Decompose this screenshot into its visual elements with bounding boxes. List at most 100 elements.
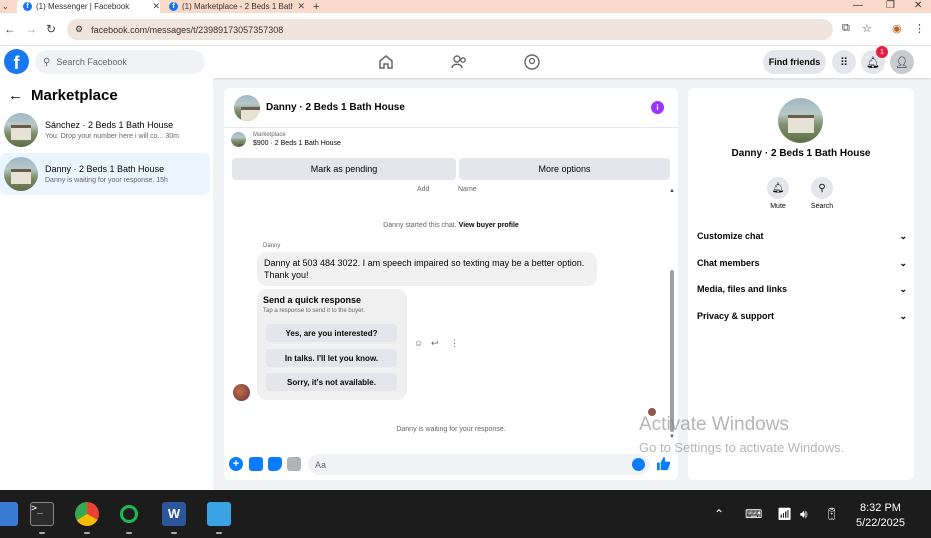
browser-menu-icon[interactable]: ⋮ bbox=[914, 22, 925, 35]
reload-icon[interactable]: ↻ bbox=[46, 22, 56, 36]
facebook-header: f ⚲ Search Facebook Find friends ⠿ 🔔︎ 1 … bbox=[0, 46, 931, 78]
back-arrow-icon[interactable]: ← bbox=[8, 87, 23, 104]
conversation-name: Sánchez · 2 Beds 1 Bath House bbox=[45, 120, 174, 130]
clock[interactable]: 8:32 PM 5/22/2025 bbox=[856, 501, 905, 531]
sticker-icon[interactable] bbox=[268, 457, 282, 471]
battery-icon[interactable]: 🔋︎ bbox=[824, 507, 839, 521]
conversation-item-selected[interactable]: Danny · 2 Beds 1 Bath House Danny is wai… bbox=[0, 153, 210, 195]
message-input[interactable]: Aa bbox=[308, 454, 650, 475]
friends-icon[interactable] bbox=[450, 53, 468, 71]
tab-messenger[interactable]: f (1) Messenger | Facebook ✕ bbox=[17, 0, 160, 13]
close-icon[interactable]: ✕ bbox=[297, 1, 305, 12]
volume-icon[interactable]: 🔊︎ bbox=[800, 507, 808, 522]
tab-title: (1) Messenger | Facebook bbox=[36, 2, 130, 11]
search-icon: ⚲ bbox=[811, 177, 833, 199]
quick-response-button[interactable]: Sorry, it's not available. bbox=[266, 373, 397, 391]
conversation-item[interactable]: Sánchez · 2 Beds 1 Bath House You: Drop … bbox=[0, 109, 210, 151]
quick-response-button[interactable]: Yes, are you interested? bbox=[266, 324, 397, 342]
thumbs-up-icon[interactable] bbox=[656, 456, 671, 471]
bookmark-star-icon[interactable]: ☆ bbox=[862, 22, 872, 35]
restore-icon[interactable]: ❐ bbox=[886, 0, 895, 11]
file-explorer-icon[interactable] bbox=[0, 502, 18, 526]
mute-button[interactable]: 🔔︎ Mute bbox=[758, 177, 798, 210]
address-bar[interactable]: ⚙ facebook.com/messages/t/23989173057357… bbox=[67, 19, 833, 40]
back-icon[interactable]: ← bbox=[4, 22, 16, 36]
info-avatar[interactable] bbox=[778, 98, 823, 143]
account-avatar[interactable]: 👤︎ bbox=[890, 50, 914, 74]
show-hidden-icons-icon[interactable]: ⌃ bbox=[714, 507, 724, 521]
forward-icon[interactable]: → bbox=[25, 22, 37, 36]
close-icon[interactable]: ✕ bbox=[152, 1, 160, 12]
chat-panel: Danny · 2 Beds 1 Bath House i Marketplac… bbox=[224, 88, 678, 480]
chat-avatar[interactable] bbox=[234, 94, 260, 121]
chat-scrollbar[interactable]: ▲ ▼ bbox=[669, 188, 675, 440]
gif-icon[interactable] bbox=[287, 457, 301, 471]
emoji-icon[interactable] bbox=[632, 458, 645, 471]
tab-marketplace[interactable]: f (1) Marketplace - 2 Beds 1 Bath ✕ bbox=[165, 0, 305, 13]
faded-text: Name bbox=[458, 186, 477, 193]
profile-icon[interactable]: ◉ bbox=[892, 22, 902, 35]
app-ring-icon[interactable] bbox=[120, 505, 138, 523]
chrome-icon[interactable] bbox=[75, 502, 99, 526]
wifi-icon[interactable]: 📶︎ bbox=[777, 507, 792, 521]
site-info-icon[interactable]: ⚙ bbox=[75, 24, 83, 35]
tab-list-button[interactable]: ⌄ bbox=[2, 0, 14, 13]
image-icon[interactable] bbox=[249, 457, 263, 471]
sender-avatar[interactable] bbox=[233, 384, 250, 401]
app-running-indicator bbox=[84, 532, 90, 534]
react-emoji-icon[interactable]: ☺ bbox=[414, 338, 423, 348]
section-privacy-support[interactable]: Privacy & support ⌄ bbox=[697, 311, 907, 322]
groups-icon[interactable] bbox=[523, 53, 541, 71]
conversation-info-icon[interactable]: i bbox=[651, 101, 664, 114]
app-running-indicator bbox=[216, 532, 222, 534]
more-options-button[interactable]: More options bbox=[459, 158, 670, 180]
section-label: Media, files and links bbox=[697, 284, 788, 294]
section-media-files-links[interactable]: Media, files and links ⌄ bbox=[697, 284, 907, 295]
window-close-icon[interactable]: ✕ bbox=[914, 0, 922, 11]
section-label: Customize chat bbox=[697, 231, 764, 241]
windows-taskbar: >_ W ⌃ ⌨ 📶︎ 🔊︎ 🔋︎ 8:32 PM 5/22/2025 bbox=[0, 490, 931, 538]
keyboard-icon[interactable]: ⌨ bbox=[745, 507, 762, 521]
quick-response-button[interactable]: In talks. I'll let you know. bbox=[266, 349, 397, 367]
mute-label: Mute bbox=[770, 203, 786, 210]
facebook-icon: f bbox=[23, 2, 32, 11]
home-icon[interactable] bbox=[377, 53, 395, 71]
scroll-up-icon[interactable]: ▲ bbox=[669, 188, 675, 194]
search-input[interactable]: ⚲ Search Facebook bbox=[35, 50, 205, 74]
notification-badge: 1 bbox=[876, 46, 888, 58]
section-customize-chat[interactable]: Customize chat ⌄ bbox=[697, 231, 907, 242]
info-name: Danny · 2 Beds 1 Bath House bbox=[731, 148, 871, 159]
more-actions-icon[interactable]: ⋮ bbox=[450, 338, 459, 349]
message-composer: + Aa bbox=[224, 450, 678, 480]
new-tab-button[interactable]: + bbox=[313, 0, 319, 13]
chevron-down-icon: ⌄ bbox=[899, 284, 907, 294]
scroll-thumb[interactable] bbox=[670, 270, 674, 432]
facebook-logo[interactable]: f bbox=[4, 49, 29, 74]
reply-icon[interactable]: ↩ bbox=[431, 338, 439, 349]
app-running-indicator bbox=[126, 532, 132, 534]
conversation-preview: Danny is waiting for your response. 15h bbox=[45, 177, 168, 184]
app-running-indicator bbox=[39, 532, 45, 534]
word-icon[interactable]: W bbox=[162, 502, 186, 526]
menu-grid-icon[interactable]: ⠿ bbox=[832, 50, 856, 74]
chat-title[interactable]: Danny · 2 Beds 1 Bath House bbox=[266, 102, 405, 113]
listing-price-title: $900 · 2 Beds 1 Bath House bbox=[253, 140, 341, 147]
message-bubble[interactable]: Danny at 503 484 3022. I am speech impai… bbox=[257, 252, 597, 286]
install-app-icon[interactable]: ⧉ bbox=[842, 22, 850, 35]
find-friends-button[interactable]: Find friends bbox=[763, 50, 826, 74]
section-chat-members[interactable]: Chat members ⌄ bbox=[697, 258, 907, 269]
listing-avatar bbox=[4, 157, 38, 191]
clock-time: 8:32 PM bbox=[859, 502, 901, 514]
marketplace-label: Marketplace bbox=[253, 132, 286, 138]
view-buyer-profile-link[interactable]: View buyer profile bbox=[459, 222, 519, 229]
conversation-preview: You: Drop your number here i will co... … bbox=[45, 133, 179, 140]
sender-name: Danny bbox=[263, 243, 281, 249]
search-conversation-button[interactable]: ⚲ Search bbox=[802, 177, 842, 210]
minimize-icon[interactable]: — bbox=[853, 0, 863, 11]
search-placeholder: Search Facebook bbox=[56, 57, 127, 67]
listing-strip[interactable]: Marketplace $900 · 2 Beds 1 Bath House bbox=[231, 132, 341, 147]
plus-icon[interactable]: + bbox=[229, 457, 243, 471]
terminal-icon[interactable]: >_ bbox=[30, 502, 54, 526]
mark-as-pending-button[interactable]: Mark as pending bbox=[232, 158, 456, 180]
notepad-icon[interactable] bbox=[207, 502, 231, 526]
